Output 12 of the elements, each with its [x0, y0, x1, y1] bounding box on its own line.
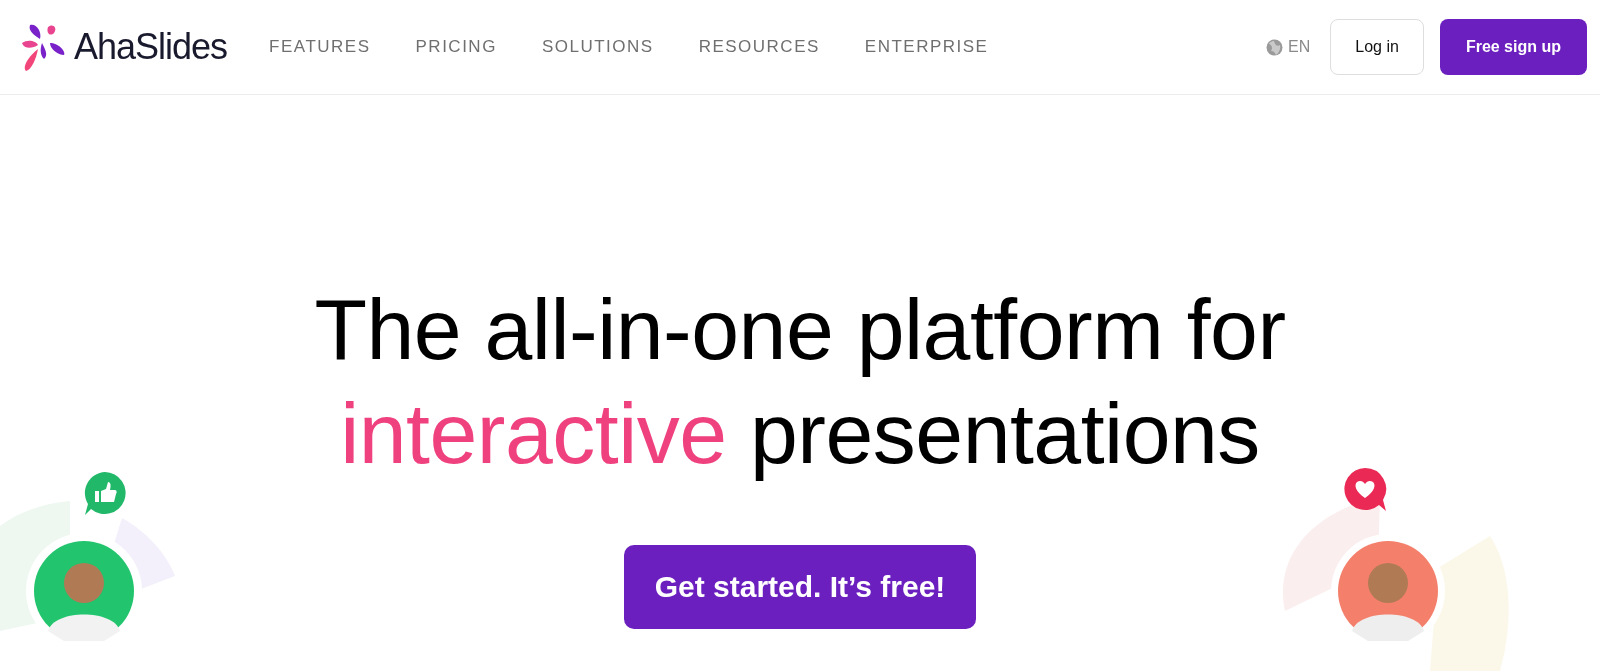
nav-link[interactable]: SOLUTIONS	[541, 37, 654, 57]
nav-link[interactable]: FEATURES	[269, 37, 371, 57]
login-button[interactable]: Log in	[1330, 19, 1424, 75]
nav-link[interactable]: PRICING	[415, 37, 497, 57]
get-started-button[interactable]: Get started. It’s free!	[623, 545, 977, 629]
logo-wordmark: AhaSlides	[74, 26, 228, 68]
nav-link[interactable]: RESOURCES	[698, 37, 820, 57]
signup-button[interactable]: Free sign up	[1439, 19, 1587, 75]
language-link[interactable]: EN	[1288, 38, 1311, 56]
nav-link[interactable]: ENTERPRISE	[864, 37, 989, 57]
headline: The all-in-one platform for interactive presentations	[314, 280, 1286, 483]
globe-icon	[1266, 38, 1284, 56]
